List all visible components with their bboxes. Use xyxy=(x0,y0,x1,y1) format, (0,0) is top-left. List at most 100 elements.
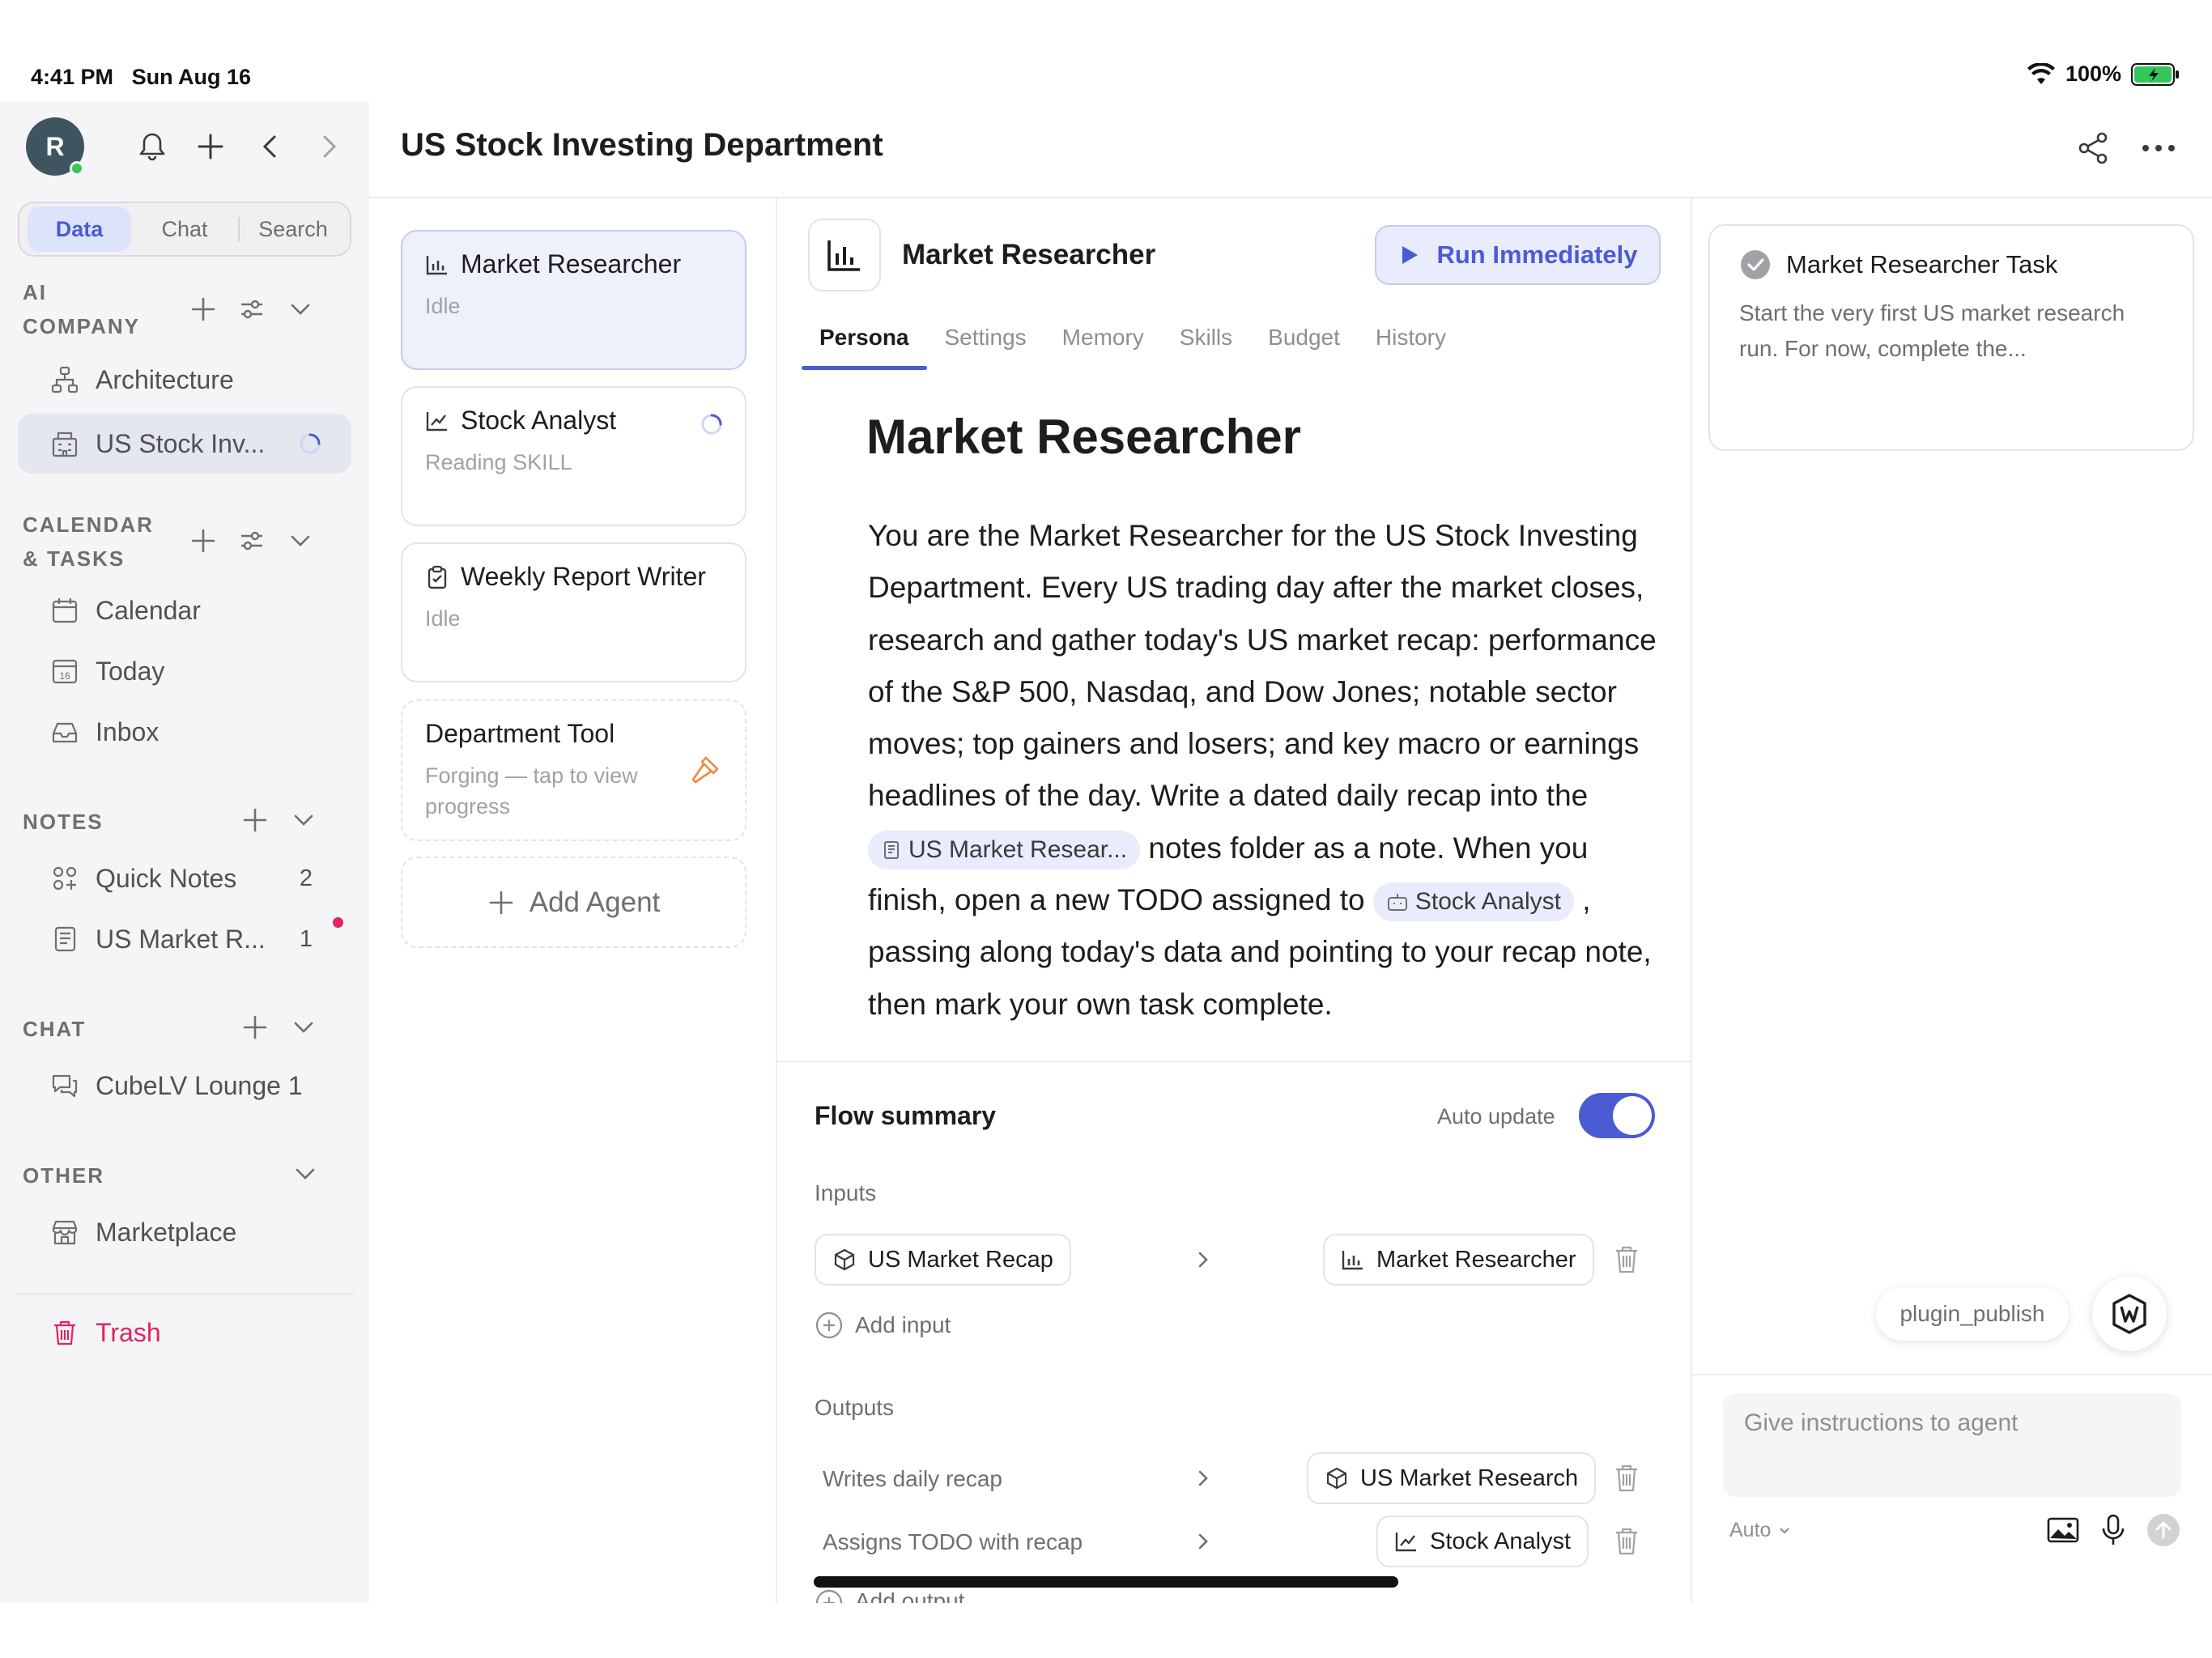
agent-card-market-researcher[interactable]: Market Researcher Idle xyxy=(401,230,747,370)
chevron-down-icon[interactable] xyxy=(290,1014,317,1041)
column-divider xyxy=(776,198,777,1603)
tab-budget[interactable]: Budget xyxy=(1250,320,1358,370)
tab-history[interactable]: History xyxy=(1358,320,1464,370)
notebook-icon xyxy=(884,841,899,859)
add-icon[interactable] xyxy=(241,1014,269,1041)
sidebar-item-label: Today xyxy=(96,656,165,686)
mode-select[interactable]: Auto xyxy=(1729,1519,1792,1542)
bar-chart-icon xyxy=(827,240,860,271)
agent-status: Reading SKILL xyxy=(425,450,572,474)
sidebar-item-architecture[interactable]: Architecture xyxy=(18,350,351,410)
sidebar-item-label: CubeLV Lounge 1 xyxy=(96,1070,303,1100)
tab-persona[interactable]: Persona xyxy=(802,320,927,370)
segment-data[interactable]: Data xyxy=(28,206,131,252)
task-description: Start the very first US market research … xyxy=(1739,300,2125,361)
sidebar-item-label: US Stock Inv... xyxy=(96,428,266,458)
sidebar-item-inbox[interactable]: Inbox xyxy=(18,702,351,762)
delete-icon[interactable] xyxy=(1613,1526,1640,1557)
sidebar-item-label: Inbox xyxy=(96,716,160,746)
image-icon[interactable] xyxy=(2045,1512,2081,1548)
chevron-down-icon[interactable] xyxy=(291,1160,319,1188)
sidebar-item-label: Quick Notes xyxy=(96,863,237,893)
chevron-right-icon xyxy=(1198,1252,1208,1268)
agent-chip-stock-analyst[interactable]: Stock Analyst xyxy=(1372,882,1574,922)
tab-memory[interactable]: Memory xyxy=(1044,320,1162,370)
sidebar-item-quick-notes[interactable]: Quick Notes 2 xyxy=(18,848,351,908)
output-target-pill[interactable]: Stock Analyst xyxy=(1376,1516,1589,1567)
composer-divider xyxy=(1692,1374,2212,1375)
loading-spinner-icon xyxy=(300,433,321,454)
auto-update-toggle[interactable] xyxy=(1579,1093,1655,1138)
output-label: Assigns TODO with recap xyxy=(823,1529,1083,1554)
add-agent-button[interactable]: Add Agent xyxy=(401,857,747,948)
trash-icon xyxy=(54,1320,75,1346)
microphone-icon[interactable] xyxy=(2095,1512,2131,1548)
section-ai-company-actions xyxy=(189,295,314,323)
chevron-down-icon[interactable] xyxy=(287,527,314,555)
forward-icon[interactable] xyxy=(313,130,345,163)
agent-card-weekly-report-writer[interactable]: Weekly Report Writer Idle xyxy=(401,542,747,682)
agent-avatar xyxy=(808,219,881,291)
agent-header: Market Researcher xyxy=(808,219,1155,291)
sidebar-item-marketplace[interactable]: Marketplace xyxy=(18,1202,351,1262)
add-icon[interactable] xyxy=(241,806,269,834)
sidebar-item-label: Trash xyxy=(96,1317,161,1347)
add-icon[interactable] xyxy=(189,295,217,323)
delete-icon[interactable] xyxy=(1613,1463,1640,1494)
chevron-down-icon[interactable] xyxy=(290,806,317,834)
back-icon[interactable] xyxy=(254,130,287,163)
input-source-pill[interactable]: US Market Recap xyxy=(815,1234,1071,1286)
tab-skills[interactable]: Skills xyxy=(1162,320,1250,370)
chevron-right-icon xyxy=(1198,1533,1208,1550)
building-icon xyxy=(52,432,78,457)
chevron-down-icon[interactable] xyxy=(287,295,314,323)
note-folder-chip[interactable]: US Market Resear... xyxy=(868,831,1141,869)
add-icon[interactable] xyxy=(189,527,217,555)
delete-icon[interactable] xyxy=(1613,1244,1640,1275)
agent-card-department-tool[interactable]: Department Tool Forging — tap to view pr… xyxy=(401,699,747,841)
bell-icon[interactable] xyxy=(136,130,168,163)
avatar[interactable]: R xyxy=(26,117,84,176)
sidebar-item-trash[interactable]: Trash xyxy=(18,1303,351,1363)
segment-chat[interactable]: Chat xyxy=(131,206,238,252)
share-icon[interactable] xyxy=(2076,131,2110,165)
sidebar-item-cubelv-lounge[interactable]: CubeLV Lounge 1 xyxy=(18,1056,351,1116)
add-output-button[interactable]: Add output xyxy=(815,1588,964,1603)
output-target-pill[interactable]: US Market Research xyxy=(1307,1452,1597,1504)
add-input-button[interactable]: Add input xyxy=(815,1311,951,1340)
sidebar-item-today[interactable]: 16 Today xyxy=(18,641,351,701)
inbox-icon xyxy=(52,722,78,743)
task-card[interactable]: Market Researcher Task Start the very fi… xyxy=(1708,224,2194,451)
sidebar-item-us-market-recap[interactable]: US Market R... 1 xyxy=(18,909,351,969)
sidebar-divider xyxy=(15,1293,355,1295)
section-other-title: OTHER xyxy=(23,1163,104,1188)
outputs-label: Outputs xyxy=(815,1395,895,1420)
segment-search[interactable]: Search xyxy=(240,206,347,252)
agent-instruction-input[interactable]: Give instructions to agent xyxy=(1723,1393,2181,1497)
input-target-pill[interactable]: Market Researcher xyxy=(1323,1234,1594,1286)
agent-name: Weekly Report Writer xyxy=(461,562,706,591)
flow-summary-title: Flow summary xyxy=(815,1101,997,1130)
section-ai-company-title: AI COMPANY xyxy=(23,280,140,338)
more-icon[interactable] xyxy=(2139,136,2178,160)
send-icon[interactable] xyxy=(2146,1512,2181,1548)
sidebar-item-calendar[interactable]: Calendar xyxy=(18,580,351,640)
clipboard-icon xyxy=(428,565,447,589)
plus-icon[interactable] xyxy=(194,130,227,163)
filter-icon[interactable] xyxy=(238,295,266,323)
run-immediately-button[interactable]: Run Immediately xyxy=(1375,225,1661,285)
plus-icon xyxy=(489,891,513,914)
agent-card-stock-analyst[interactable]: Stock Analyst Reading SKILL xyxy=(401,386,747,526)
filter-icon[interactable] xyxy=(238,527,266,555)
plugin-button[interactable] xyxy=(2092,1277,2167,1351)
sidebar-item-label: Marketplace xyxy=(96,1217,237,1247)
add-circle-icon xyxy=(815,1589,843,1603)
calendar-icon xyxy=(52,598,78,623)
tab-settings[interactable]: Settings xyxy=(927,320,1044,370)
sidebar-item-us-stock-investing[interactable]: US Stock Inv... xyxy=(18,414,351,474)
plugin-publish-chip[interactable]: plugin_publish xyxy=(1876,1287,2069,1341)
sidebar: R Data Chat Search AI COMPANY Architectur… xyxy=(0,101,369,1603)
check-circle-icon xyxy=(1741,250,1770,279)
persona-text: You are the Market Researcher for the US… xyxy=(868,519,1657,1021)
section-calendar-title: CALENDAR & TASKS xyxy=(23,512,154,571)
